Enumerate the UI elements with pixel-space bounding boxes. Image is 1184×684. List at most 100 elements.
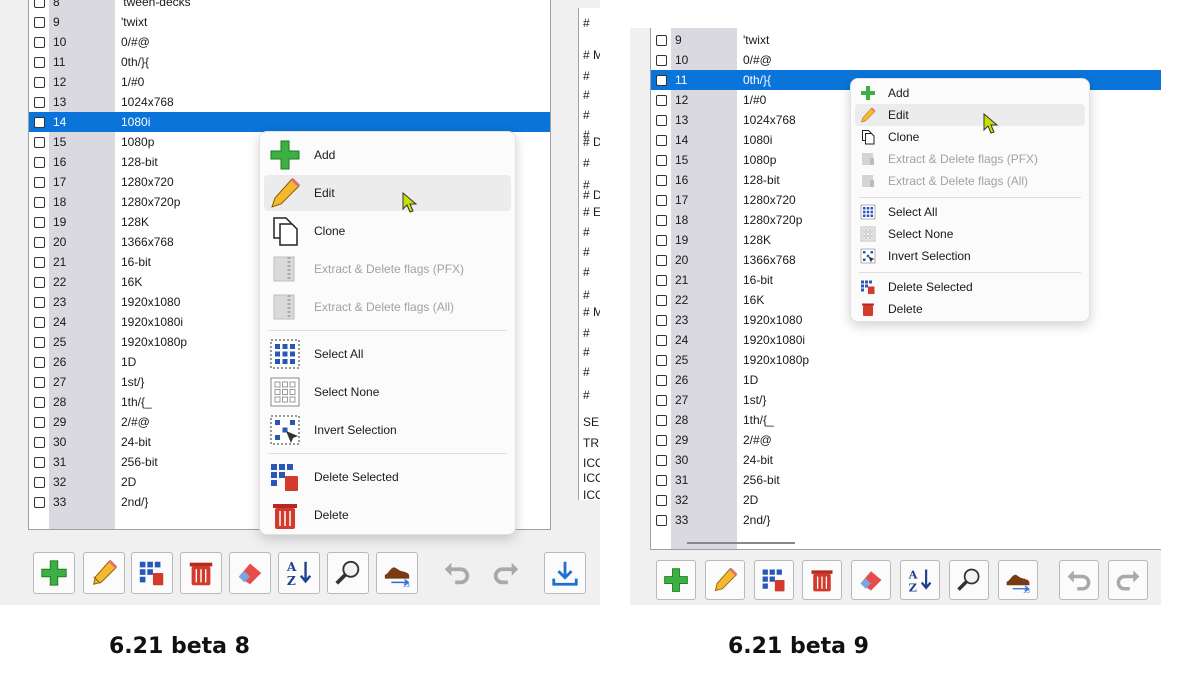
menu-item-delete-selected[interactable]: Delete Selected	[855, 276, 1085, 298]
row-checkbox[interactable]	[34, 257, 45, 268]
download-button[interactable]	[544, 552, 586, 594]
row-checkbox[interactable]	[656, 435, 667, 446]
menu-item-extract-all[interactable]: Extract & Delete flags (All)	[855, 170, 1085, 192]
menu-item-delete[interactable]: Delete	[855, 298, 1085, 320]
row-checkbox[interactable]	[34, 337, 45, 348]
menu-item-select-none[interactable]: Select None	[855, 223, 1085, 245]
undo-button[interactable]	[1059, 560, 1099, 600]
row-checkbox[interactable]	[34, 17, 45, 28]
row-checkbox[interactable]	[34, 97, 45, 108]
row-checkbox[interactable]	[34, 37, 45, 48]
row-checkbox[interactable]	[34, 217, 45, 228]
list-item[interactable]: 33 2nd/}	[651, 510, 1161, 530]
row-checkbox[interactable]	[656, 315, 667, 326]
list-item[interactable]: 24 1920x1080i	[651, 330, 1161, 350]
row-checkbox[interactable]	[34, 397, 45, 408]
list-item[interactable]: 30 24-bit	[651, 450, 1161, 470]
list-item[interactable]: 26 1D	[651, 370, 1161, 390]
menu-item-extract-pfx[interactable]: Extract & Delete flags (PFX)	[264, 251, 511, 287]
row-checkbox[interactable]	[656, 35, 667, 46]
row-checkbox[interactable]	[656, 155, 667, 166]
row-checkbox[interactable]	[656, 195, 667, 206]
row-checkbox[interactable]	[656, 55, 667, 66]
delete-selected-button[interactable]	[754, 560, 794, 600]
row-checkbox[interactable]	[34, 157, 45, 168]
horizontal-scrollbar[interactable]	[687, 542, 795, 544]
row-checkbox[interactable]	[34, 137, 45, 148]
menu-item-extract-all[interactable]: Extract & Delete flags (All)	[264, 289, 511, 325]
row-checkbox[interactable]	[34, 457, 45, 468]
row-checkbox[interactable]	[34, 437, 45, 448]
row-checkbox[interactable]	[34, 477, 45, 488]
row-checkbox[interactable]	[34, 277, 45, 288]
row-checkbox[interactable]	[656, 395, 667, 406]
list-item[interactable]: 9 'twixt	[651, 30, 1161, 50]
row-checkbox[interactable]	[656, 455, 667, 466]
add-button[interactable]	[656, 560, 696, 600]
row-checkbox[interactable]	[34, 357, 45, 368]
undo-button[interactable]	[436, 552, 478, 594]
list-item[interactable]: 29 2/#@	[651, 430, 1161, 450]
row-checkbox[interactable]	[656, 115, 667, 126]
row-checkbox[interactable]	[656, 95, 667, 106]
row-checkbox[interactable]	[656, 135, 667, 146]
menu-item-add[interactable]: Add	[855, 82, 1085, 104]
menu-item-select-all[interactable]: Select All	[855, 201, 1085, 223]
list-item[interactable]: 14 1080i	[29, 112, 550, 132]
row-checkbox[interactable]	[34, 497, 45, 508]
list-item[interactable]: 27 1st/}	[651, 390, 1161, 410]
search-button[interactable]	[327, 552, 369, 594]
menu-item-invert-selection[interactable]: Invert Selection	[264, 412, 511, 448]
redo-button[interactable]	[1108, 560, 1148, 600]
list-item[interactable]: 12 1/#0	[29, 72, 550, 92]
menu-item-edit[interactable]: Edit	[855, 104, 1085, 126]
row-checkbox[interactable]	[656, 375, 667, 386]
list-item[interactable]: 10 0/#@	[29, 32, 550, 52]
row-checkbox[interactable]	[656, 235, 667, 246]
menu-item-delete-selected[interactable]: Delete Selected	[264, 459, 511, 495]
edit-button[interactable]	[705, 560, 745, 600]
delete-selected-button[interactable]	[131, 552, 173, 594]
menu-item-add[interactable]: Add	[264, 137, 511, 173]
row-checkbox[interactable]	[656, 495, 667, 506]
edit-button[interactable]	[83, 552, 125, 594]
row-checkbox[interactable]	[34, 57, 45, 68]
list-item[interactable]: 32 2D	[651, 490, 1161, 510]
shoe-button[interactable]: 33	[376, 552, 418, 594]
row-checkbox[interactable]	[656, 175, 667, 186]
row-checkbox[interactable]	[34, 297, 45, 308]
row-checkbox[interactable]	[656, 75, 667, 86]
list-item[interactable]: 28 1th/{_	[651, 410, 1161, 430]
list-item[interactable]: 25 1920x1080p	[651, 350, 1161, 370]
row-checkbox[interactable]	[656, 255, 667, 266]
row-checkbox[interactable]	[656, 335, 667, 346]
row-checkbox[interactable]	[656, 515, 667, 526]
eraser-button[interactable]	[229, 552, 271, 594]
row-checkbox[interactable]	[34, 117, 45, 128]
menu-item-select-all[interactable]: Select All	[264, 336, 511, 372]
list-item[interactable]: 9 'twixt	[29, 12, 550, 32]
list-item[interactable]: 11 0th/}{	[29, 52, 550, 72]
list-item[interactable]: 13 1024x768	[29, 92, 550, 112]
menu-item-invert-selection[interactable]: Invert Selection	[855, 245, 1085, 267]
row-checkbox[interactable]	[656, 275, 667, 286]
delete-button[interactable]	[802, 560, 842, 600]
shoe-button[interactable]: 33	[998, 560, 1038, 600]
list-item[interactable]: 31 256-bit	[651, 470, 1161, 490]
list-item[interactable]: 10 0/#@	[651, 50, 1161, 70]
row-checkbox[interactable]	[34, 237, 45, 248]
row-checkbox[interactable]	[656, 215, 667, 226]
menu-item-extract-pfx[interactable]: Extract & Delete flags (PFX)	[855, 148, 1085, 170]
menu-item-clone[interactable]: Clone	[264, 213, 511, 249]
row-checkbox[interactable]	[34, 317, 45, 328]
row-checkbox[interactable]	[34, 77, 45, 88]
menu-item-clone[interactable]: Clone	[855, 126, 1085, 148]
delete-button[interactable]	[180, 552, 222, 594]
search-button[interactable]	[949, 560, 989, 600]
add-button[interactable]	[33, 552, 75, 594]
row-checkbox[interactable]	[34, 417, 45, 428]
menu-item-select-none[interactable]: Select None	[264, 374, 511, 410]
list-item[interactable]: 8 'tween-decks	[29, 0, 550, 12]
sort-button[interactable]: AZ	[900, 560, 940, 600]
sort-button[interactable]: AZ	[278, 552, 320, 594]
